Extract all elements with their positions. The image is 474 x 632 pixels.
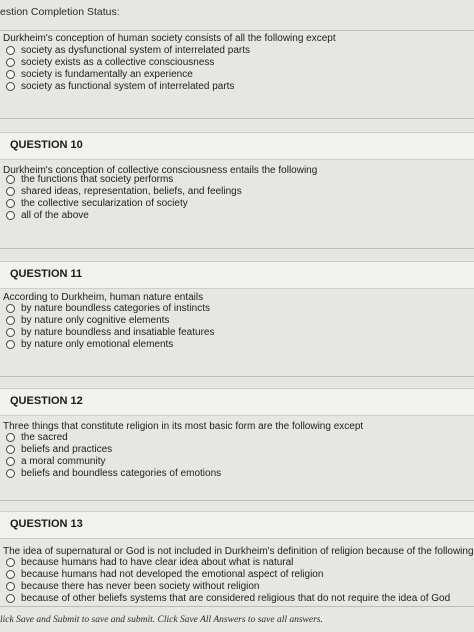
- question-11-number: QUESTION 11: [10, 268, 83, 280]
- radio-button[interactable]: [6, 211, 15, 220]
- question-11-option-2[interactable]: by nature only cognitive elements: [6, 315, 169, 326]
- question-12-number: QUESTION 12: [10, 395, 83, 407]
- radio-button[interactable]: [6, 457, 15, 466]
- divider: [0, 30, 474, 31]
- radio-button[interactable]: [6, 328, 15, 337]
- question-11-stem: According to Durkheim, human nature enta…: [3, 292, 204, 303]
- question-13-stem: The idea of supernatural or God is not i…: [3, 546, 474, 557]
- radio-button[interactable]: [6, 594, 15, 603]
- question-12-option-1[interactable]: the sacred: [6, 432, 68, 443]
- question-10-option-3[interactable]: the collective secularization of society: [6, 198, 188, 209]
- question-9-option-2[interactable]: society exists as a collective conscious…: [6, 57, 214, 68]
- question-12-option-4[interactable]: beliefs and boundless categories of emot…: [6, 468, 221, 479]
- question-9-stem: Durkheim's conception of human society c…: [3, 33, 336, 44]
- divider: [0, 118, 474, 119]
- question-13-header: QUESTION 13: [0, 511, 474, 539]
- question-10-option-2[interactable]: shared ideas, representation, beliefs, a…: [6, 186, 242, 197]
- question-12-option-2[interactable]: beliefs and practices: [6, 444, 112, 455]
- question-10-header: QUESTION 10: [0, 132, 474, 160]
- question-12-option-3[interactable]: a moral community: [6, 456, 105, 467]
- radio-button[interactable]: [6, 433, 15, 442]
- question-11-header: QUESTION 11: [0, 261, 474, 289]
- question-9-option-4[interactable]: society as functional system of interrel…: [6, 81, 234, 92]
- question-13-option-3[interactable]: because there has never been society wit…: [6, 581, 259, 592]
- radio-button[interactable]: [6, 46, 15, 55]
- radio-button[interactable]: [6, 340, 15, 349]
- radio-button[interactable]: [6, 316, 15, 325]
- question-13-option-4[interactable]: because of other beliefs systems that ar…: [6, 593, 450, 604]
- question-12-header: QUESTION 12: [0, 388, 474, 416]
- radio-button[interactable]: [6, 58, 15, 67]
- radio-button[interactable]: [6, 70, 15, 79]
- radio-button[interactable]: [6, 187, 15, 196]
- completion-status-label: estion Completion Status:: [0, 6, 120, 18]
- save-instructions: lick Save and Submit to save and submit.…: [0, 615, 323, 625]
- divider: [0, 376, 474, 377]
- question-13-option-1[interactable]: because humans had to have clear idea ab…: [6, 557, 293, 568]
- radio-button[interactable]: [6, 582, 15, 591]
- question-9-option-1[interactable]: society as dysfunctional system of inter…: [6, 45, 250, 56]
- radio-button[interactable]: [6, 175, 15, 184]
- question-11-option-1[interactable]: by nature boundless categories of instin…: [6, 303, 210, 314]
- radio-button[interactable]: [6, 199, 15, 208]
- question-11-option-3[interactable]: by nature boundless and insatiable featu…: [6, 327, 214, 338]
- radio-button[interactable]: [6, 304, 15, 313]
- question-10-option-4[interactable]: all of the above: [6, 210, 89, 221]
- radio-button[interactable]: [6, 570, 15, 579]
- divider: [0, 606, 474, 607]
- question-10-option-1[interactable]: the functions that society performs: [6, 174, 173, 185]
- question-11-option-4[interactable]: by nature only emotional elements: [6, 339, 173, 350]
- question-12-stem: Three things that constitute religion in…: [3, 421, 364, 432]
- question-13-option-2[interactable]: because humans had not developed the emo…: [6, 569, 323, 580]
- question-9-option-3[interactable]: society is fundamentally an experience: [6, 69, 193, 80]
- radio-button[interactable]: [6, 558, 15, 567]
- divider: [0, 248, 474, 249]
- question-10-number: QUESTION 10: [10, 139, 83, 151]
- question-13-number: QUESTION 13: [10, 518, 83, 530]
- radio-button[interactable]: [6, 469, 15, 478]
- radio-button[interactable]: [6, 82, 15, 91]
- divider: [0, 500, 474, 501]
- radio-button[interactable]: [6, 445, 15, 454]
